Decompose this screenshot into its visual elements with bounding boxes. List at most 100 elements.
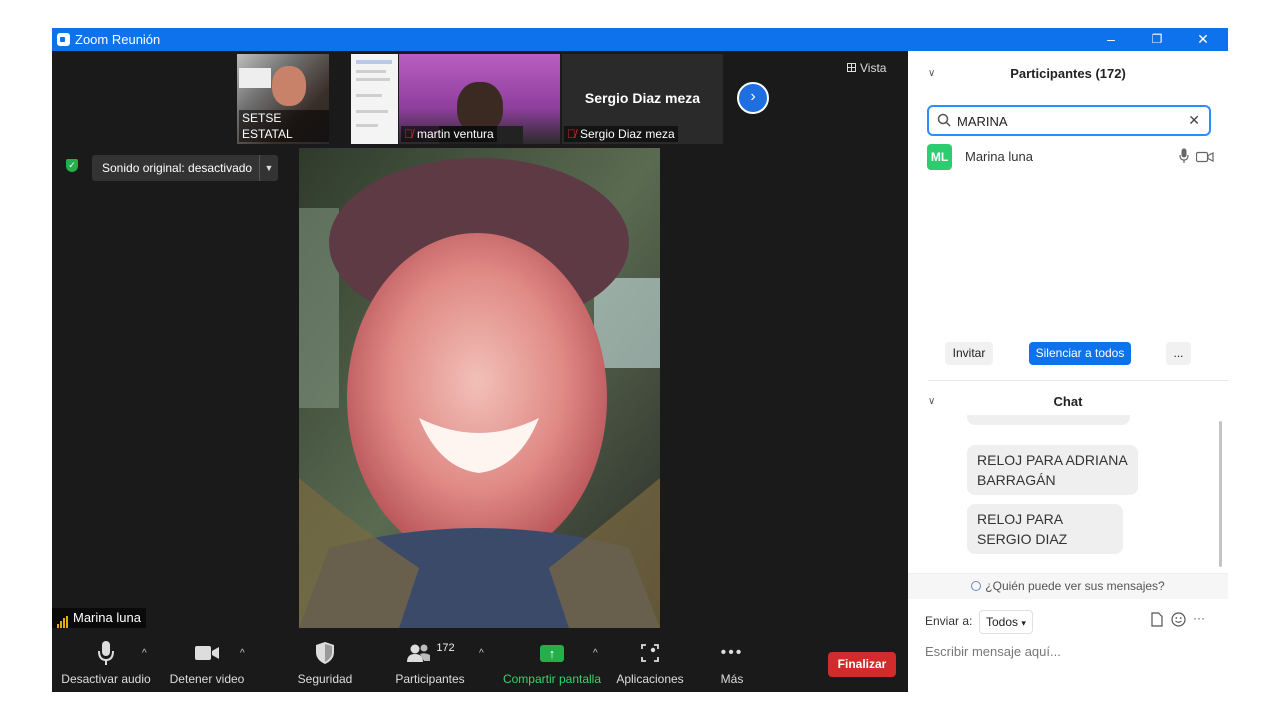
video-thumbnail-sergio[interactable]: Sergio Diaz meza 🎙̸ Sergio Diaz meza xyxy=(562,54,723,144)
more-button[interactable]: ••• Más xyxy=(712,638,752,692)
send-to-value: Todos xyxy=(986,615,1019,629)
thumbnail-name: 🎙̸ Sergio Diaz meza xyxy=(564,126,678,142)
thumbnail-face xyxy=(272,66,306,106)
invite-button[interactable]: Invitar xyxy=(945,342,993,365)
doc-line xyxy=(356,78,390,81)
mute-all-button[interactable]: Silenciar a todos xyxy=(1029,342,1131,365)
microphone-icon xyxy=(60,638,152,668)
view-label: Vista xyxy=(860,61,887,75)
active-speaker-video xyxy=(299,148,660,628)
meeting-toolbar: Desactivar audio ^ Detener video ^ Segur… xyxy=(52,638,908,692)
participant-name: Marina luna xyxy=(965,149,1033,164)
send-to-row: Enviar a: Todos ▾ ··· xyxy=(925,609,1215,634)
message-visibility-label: ¿Quién puede ver sus mensajes? xyxy=(985,579,1165,593)
send-to-select[interactable]: Todos ▾ xyxy=(979,610,1033,634)
send-to-label: Enviar a: xyxy=(925,614,973,628)
meeting-stage: SETSE ESTATAL 🎙̸ martin ventura Sergio Di… xyxy=(52,51,908,692)
share-screen-label: Compartir pantalla xyxy=(502,672,602,686)
thumbnail-big-name: Sergio Diaz meza xyxy=(584,90,701,106)
thumbnail-name: 🎙̸ martin ventura xyxy=(401,126,497,142)
thumbnail-name-text: martin ventura xyxy=(417,127,494,141)
video-options-caret-icon[interactable]: ^ xyxy=(240,648,245,659)
more-options-icon[interactable]: ··· xyxy=(1193,611,1205,625)
speaker-video-frame xyxy=(299,148,660,628)
encryption-shield-icon[interactable]: ✓ xyxy=(66,159,78,172)
video-camera-icon[interactable] xyxy=(1195,150,1214,168)
chevron-down-icon: ▾ xyxy=(1021,618,1026,628)
mic-muted-icon: 🎙̸ xyxy=(404,127,413,141)
doc-line xyxy=(356,110,388,113)
more-dots-icon: ••• xyxy=(720,644,744,661)
speaker-name-tag: Marina luna xyxy=(52,608,146,628)
chat-message: RELOJ PARA SERGIO DIAZ xyxy=(967,504,1123,554)
video-thumbnail-setse[interactable]: SETSE ESTATAL xyxy=(237,54,329,144)
chat-message: RELOJ PARA ADRIANA BARRAGÁN xyxy=(967,445,1138,495)
side-panel: ∨ Participantes (172) ✕ ML Marina luna I… xyxy=(908,51,1228,692)
microphone-icon[interactable] xyxy=(1179,148,1189,169)
original-sound-toggle[interactable]: Sonido original: desactivado ▼ xyxy=(92,155,278,181)
chat-messages: RELOJ PARA ADRIANA BARRAGÁN RELOJ PARA S… xyxy=(908,415,1228,571)
participants-label: Participantes xyxy=(395,672,465,686)
apps-button[interactable]: Aplicaciones xyxy=(615,638,685,692)
minimize-button[interactable]: – xyxy=(1088,28,1134,51)
clear-search-icon[interactable]: ✕ xyxy=(1188,112,1200,129)
doc-line xyxy=(356,124,378,127)
video-thumbnail-screen-share[interactable] xyxy=(351,54,398,144)
stop-video-button[interactable]: Detener video xyxy=(166,638,248,692)
participants-options-caret-icon[interactable]: ^ xyxy=(479,648,484,659)
search-icon xyxy=(937,113,951,132)
doc-line xyxy=(356,94,382,97)
chat-scrollbar[interactable] xyxy=(1219,421,1222,567)
grid-icon xyxy=(847,63,856,72)
mic-muted-icon: 🎙̸ xyxy=(567,127,576,141)
chat-message-partial xyxy=(967,415,1130,425)
caret-down-icon[interactable]: ▼ xyxy=(259,155,278,181)
video-thumbnail-martin[interactable]: 🎙̸ martin ventura xyxy=(399,54,560,144)
participant-row[interactable]: ML Marina luna xyxy=(927,143,1217,173)
thumbnail-name: SETSE ESTATAL xyxy=(239,110,329,142)
mute-audio-label: Desactivar audio xyxy=(61,672,151,686)
audio-options-caret-icon[interactable]: ^ xyxy=(142,648,147,659)
person-lock-icon xyxy=(971,581,982,591)
end-meeting-button[interactable]: Finalizar xyxy=(828,652,896,677)
participant-search[interactable]: ✕ xyxy=(927,105,1211,136)
share-screen-button[interactable]: ↑ Compartir pantalla xyxy=(502,638,602,692)
chat-message-input[interactable] xyxy=(925,640,1205,662)
video-camera-icon xyxy=(166,638,248,668)
title-bar: Zoom Reunión – ❐ ✕ xyxy=(52,28,1228,51)
shield-icon xyxy=(290,638,360,668)
panel-divider xyxy=(928,380,1228,381)
doc-line xyxy=(356,70,386,73)
participants-icon: 172 xyxy=(390,638,470,668)
participant-search-input[interactable] xyxy=(955,111,1179,132)
mute-audio-button[interactable]: Desactivar audio xyxy=(60,638,152,692)
avatar: ML xyxy=(927,144,952,170)
apps-icon xyxy=(615,638,685,668)
emoji-icon[interactable] xyxy=(1171,612,1186,630)
apps-label: Aplicaciones xyxy=(616,672,684,686)
zoom-app-icon xyxy=(57,33,70,46)
view-button[interactable]: Vista xyxy=(847,61,886,75)
thumbnail-name-text: Sergio Diaz meza xyxy=(580,127,675,141)
file-icon[interactable] xyxy=(1151,612,1163,630)
close-button[interactable]: ✕ xyxy=(1180,28,1226,51)
stop-video-label: Detener video xyxy=(169,672,245,686)
participants-more-button[interactable]: ... xyxy=(1166,342,1191,365)
security-label: Seguridad xyxy=(297,672,353,686)
window-title: Zoom Reunión xyxy=(75,32,161,47)
restore-button[interactable]: ❐ xyxy=(1134,28,1180,51)
security-button[interactable]: Seguridad xyxy=(290,638,360,692)
participants-count: 172 xyxy=(436,642,455,654)
participants-button[interactable]: 172 Participantes xyxy=(390,638,470,692)
next-page-button[interactable]: › xyxy=(737,82,769,114)
chat-title: Chat xyxy=(1053,394,1083,409)
message-visibility-info[interactable]: ¿Quién puede ver sus mensajes? xyxy=(908,573,1228,599)
signal-strength-icon xyxy=(57,608,69,628)
original-sound-label: Sonido original: desactivado xyxy=(102,161,253,175)
more-label: Más xyxy=(720,672,744,686)
share-options-caret-icon[interactable]: ^ xyxy=(593,648,598,659)
zoom-window: Zoom Reunión – ❐ ✕ SETSE ESTATAL 🎙̸ marti… xyxy=(52,28,1228,692)
participants-title: Participantes (172) xyxy=(1010,66,1126,81)
chevron-right-icon: › xyxy=(750,88,756,105)
speaker-name: Marina luna xyxy=(73,610,141,625)
